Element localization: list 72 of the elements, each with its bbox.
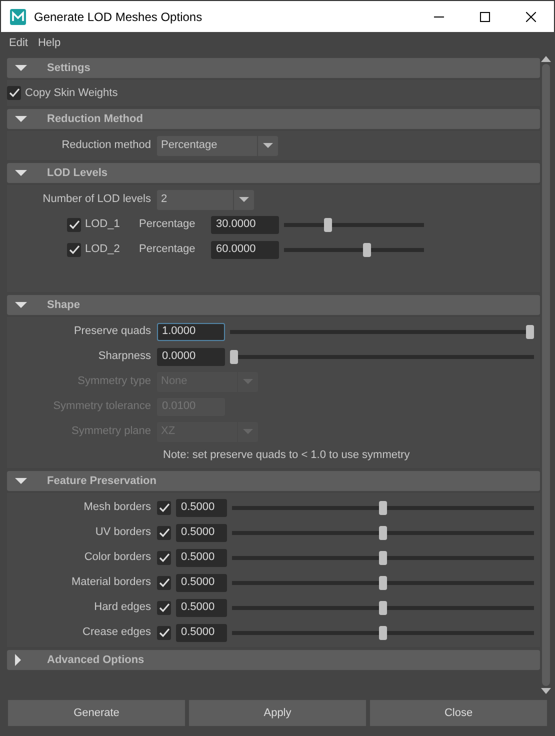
- checkbox[interactable]: [157, 600, 171, 614]
- section-header[interactable]: Shape: [7, 295, 540, 315]
- caret-icon: [243, 379, 253, 384]
- checkbox[interactable]: [157, 576, 171, 590]
- field-label: Material borders: [70, 575, 152, 590]
- field-label: Crease edges: [82, 625, 152, 640]
- scroll-down-icon: [541, 688, 551, 694]
- expanded-arrow-icon: [15, 65, 27, 71]
- checkbox[interactable]: [7, 86, 21, 100]
- section-header[interactable]: Advanced Options: [7, 650, 540, 670]
- slider-handle[interactable]: [379, 550, 387, 564]
- expanded-arrow-icon: [15, 116, 27, 122]
- checkbox-label: Copy Skin Weights: [25, 86, 118, 101]
- section-header[interactable]: Feature Preservation: [7, 471, 540, 491]
- field-label: Sharpness: [97, 349, 152, 364]
- slider-handle[interactable]: [379, 576, 387, 590]
- caret-icon: [243, 429, 253, 434]
- number-field[interactable]: 60.0000: [211, 240, 279, 258]
- expanded-arrow-icon: [15, 302, 27, 308]
- app-logo-icon: [10, 8, 26, 24]
- field-label: Preserve quads: [72, 324, 152, 340]
- slider-handle[interactable]: [324, 218, 332, 232]
- checkbox-label: LOD_1: [85, 217, 120, 232]
- checkbox[interactable]: [157, 550, 171, 564]
- scroll-up-icon: [541, 56, 551, 62]
- window-title: Generate LOD Meshes Options: [34, 8, 204, 26]
- maximize-icon[interactable]: [480, 12, 490, 22]
- field-label: Number of LOD levels: [42, 192, 152, 208]
- slider-handle[interactable]: [379, 600, 387, 614]
- menu-item[interactable]: Help: [32, 34, 66, 52]
- number-field[interactable]: 0.5000: [176, 498, 227, 516]
- checkbox[interactable]: [157, 626, 171, 640]
- dialog-button[interactable]: Close: [370, 700, 547, 726]
- caret-icon: [239, 197, 249, 202]
- menu-item[interactable]: Edit: [4, 34, 33, 52]
- dialog-button[interactable]: Generate: [8, 700, 185, 726]
- field-label: Mesh borders: [82, 500, 152, 516]
- dialog-button[interactable]: Apply: [189, 700, 366, 726]
- close-icon[interactable]: [526, 12, 536, 22]
- field-label: Hard edges: [93, 600, 152, 616]
- field-label: Percentage: [139, 242, 196, 258]
- scrollbar-thumb[interactable]: [542, 64, 550, 686]
- field-label: UV borders: [94, 525, 152, 540]
- section-header[interactable]: LOD Levels: [7, 163, 540, 183]
- checkbox[interactable]: [67, 242, 81, 256]
- field-label: Color borders: [83, 550, 152, 566]
- number-field[interactable]: 0.5000: [176, 598, 227, 616]
- slider-handle[interactable]: [379, 626, 387, 640]
- section-header[interactable]: Reduction Method: [7, 109, 540, 129]
- note-text: Note: set preserve quads to < 1.0 to use symmetry: [163, 448, 410, 463]
- checkbox[interactable]: [67, 218, 81, 232]
- number-field[interactable]: 1.0000: [157, 322, 225, 340]
- slider-handle[interactable]: [526, 324, 534, 338]
- field-label: Percentage: [139, 217, 196, 232]
- caret-icon: [263, 143, 273, 148]
- number-field[interactable]: 0.5000: [176, 524, 227, 542]
- field-label: Reduction method: [60, 138, 152, 154]
- expanded-arrow-icon: [15, 478, 27, 484]
- checkbox-label: LOD_2: [85, 242, 120, 258]
- slider-handle[interactable]: [230, 350, 238, 364]
- slider-handle[interactable]: [379, 526, 387, 540]
- expanded-arrow-icon: [15, 170, 27, 176]
- number-field[interactable]: 0.5000: [176, 624, 227, 642]
- section-header[interactable]: Settings: [7, 58, 540, 78]
- number-field[interactable]: 30.0000: [211, 216, 279, 234]
- number-field[interactable]: 0.5000: [176, 574, 227, 592]
- slider-handle[interactable]: [379, 500, 387, 514]
- checkbox[interactable]: [157, 526, 171, 540]
- number-field[interactable]: 0.5000: [176, 548, 227, 566]
- number-field[interactable]: 0.0000: [157, 348, 225, 366]
- slider-handle[interactable]: [363, 242, 372, 256]
- checkbox[interactable]: [157, 500, 171, 514]
